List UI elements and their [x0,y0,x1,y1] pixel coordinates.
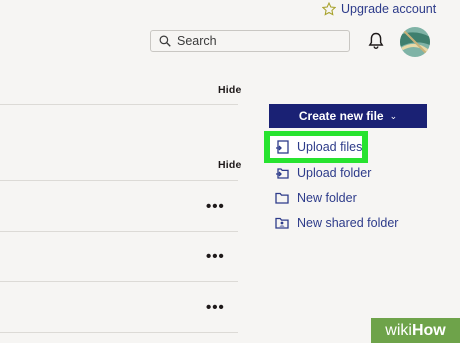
create-new-file-label: Create new file [298,109,384,123]
search-placeholder: Search [177,34,217,48]
divider [0,180,238,181]
search-input[interactable]: Search [150,30,350,52]
divider [0,104,238,105]
upgrade-account-label: Upgrade account [341,2,437,16]
chevron-down-icon: ⌄ [389,110,398,121]
create-new-file-button[interactable]: Create new file ⌄ [269,104,427,128]
avatar[interactable] [400,27,430,57]
row-divider [0,281,238,282]
upload-files-button[interactable]: Upload files [275,140,362,154]
wikihow-watermark: wiki How [371,318,460,343]
folder-icon [275,192,289,204]
row-divider [0,332,238,333]
upload-folder-icon [276,168,289,179]
row-divider [0,231,238,232]
more-options-button[interactable]: ••• [206,199,225,214]
watermark-how: How [411,321,446,339]
upload-folder-label: Upload folder [297,166,372,180]
bell-icon[interactable] [368,32,384,50]
shared-folder-icon [275,217,289,229]
new-shared-folder-button[interactable]: New shared folder [275,216,398,230]
star-icon [322,2,336,16]
watermark-wiki: wiki [385,321,412,339]
new-folder-button[interactable]: New folder [275,191,357,205]
more-options-button[interactable]: ••• [206,300,225,315]
upload-files-label: Upload files [297,140,363,154]
hide-section-button[interactable]: Hide [218,159,242,171]
new-folder-label: New folder [297,191,357,205]
search-icon [159,35,171,47]
hide-section-button[interactable]: Hide [218,84,242,96]
new-shared-folder-label: New shared folder [297,216,399,230]
avatar-image [400,27,430,57]
upgrade-account-link[interactable]: Upgrade account [322,2,436,16]
more-options-button[interactable]: ••• [206,249,225,264]
upload-file-icon [276,140,289,154]
upload-folder-button[interactable]: Upload folder [275,166,371,180]
